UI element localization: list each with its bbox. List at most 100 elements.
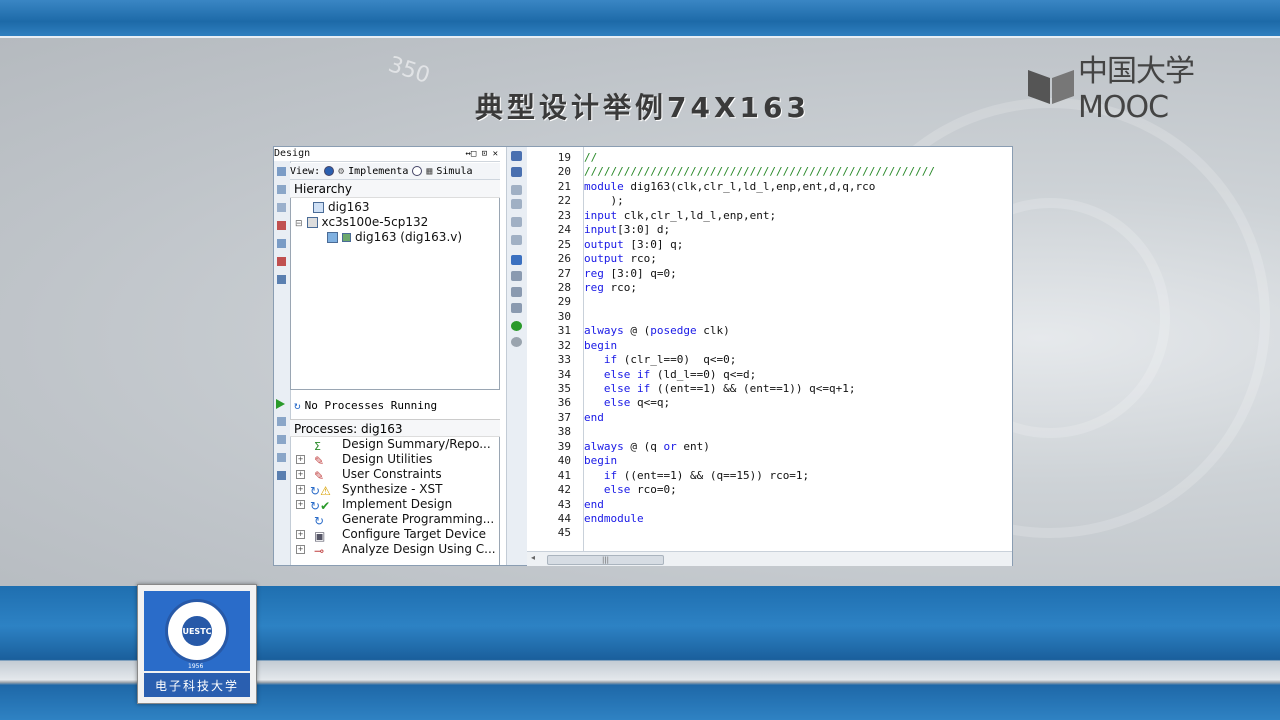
scroll-left-icon[interactable]: ◂ [531,553,535,562]
code-line[interactable]: if ((ent==1) && (q==15)) rco=1; [584,469,1012,483]
toolbar-icon[interactable] [277,257,286,266]
toolbar-icon[interactable] [277,435,286,444]
expand-icon[interactable]: + [296,455,305,464]
expand-icon[interactable]: + [296,545,305,554]
expand-icon[interactable]: + [296,500,305,509]
process-item[interactable]: Σ Design Summary/Repo... [290,437,499,453]
process-item[interactable]: + ⊸ Analyze Design Using C... [290,542,499,558]
code-editor[interactable]: ////////////////////////////////////////… [584,147,1012,555]
code-line[interactable]: end [584,411,1012,425]
code-line[interactable]: else if (ld_l==0) q<=d; [584,368,1012,382]
check-icon: ↻✔ [310,499,331,513]
code-text: @ ( [623,324,651,338]
tree-item-device[interactable]: ⊟ xc3s100e-5cp132 [295,215,428,229]
toolbar-icon[interactable] [511,287,522,297]
toolbar-icon[interactable] [277,417,286,426]
code-line[interactable]: else if ((ent==1) && (ent==1)) q<=q+1; [584,382,1012,396]
comment-icon[interactable] [511,185,522,195]
code-line[interactable]: module dig163(clk,clr_l,ld_l,enp,ent,d,q… [584,180,1012,194]
toolbar-icon[interactable] [511,271,522,281]
code-line[interactable]: // [584,151,1012,165]
code-line[interactable]: begin [584,454,1012,468]
code-line[interactable]: ); [584,194,1012,208]
tree-item-module[interactable]: dig163 (dig163.v) [327,230,462,244]
collapse-icon[interactable]: ⊟ [295,219,303,229]
process-item[interactable]: ↻ Generate Programming... [290,512,499,528]
line-number: 33 [557,353,571,367]
editor-toolbar [506,147,528,565]
panel-controls[interactable]: ↔□ ⊡ ✕ [465,147,498,161]
code-text: ((ent==1) && (ent==1)) q<=q+1; [650,382,856,395]
code-line[interactable]: endmodule [584,512,1012,526]
toolbar-icon[interactable] [277,221,286,230]
code-line[interactable]: ////////////////////////////////////////… [584,165,1012,179]
process-item[interactable]: + ↻⚠ Synthesize - XST [290,482,499,498]
view-simulation-label[interactable]: Simula [436,166,472,177]
code-line[interactable] [584,526,1012,540]
top-banner [0,0,1280,36]
analyze-icon: ⊸ [314,544,325,558]
code-line[interactable]: begin [584,339,1012,353]
toolbar-icon[interactable] [277,203,286,212]
code-line[interactable] [584,310,1012,324]
tree-item-label: dig163 (dig163.v) [355,230,463,244]
process-item[interactable]: + ▣ Configure Target Device [290,527,499,543]
toolbar-icon[interactable] [511,217,522,227]
code-keyword: input [584,208,618,222]
indent-icon[interactable] [511,151,522,161]
code-line[interactable]: else q<=q; [584,396,1012,410]
code-line[interactable] [584,425,1012,439]
code-line[interactable]: always @ (posedge clk) [584,324,1012,338]
warning-icon: ↻⚠ [310,484,331,498]
hierarchy-header: Hierarchy [290,180,500,198]
code-line[interactable]: output [3:0] q; [584,238,1012,252]
code-line[interactable]: if (clr_l==0) q<=0; [584,353,1012,367]
tree-item-project[interactable]: dig163 [313,200,369,214]
code-line[interactable]: input[3:0] d; [584,223,1012,237]
uncomment-icon[interactable] [511,199,522,209]
process-item[interactable]: + ✎ User Constraints [290,467,499,483]
toolbar-icon[interactable] [277,239,286,248]
toolbar-icon[interactable] [511,303,522,313]
run-icon[interactable] [276,399,285,409]
outdent-icon[interactable] [511,167,522,177]
process-item[interactable]: + ↻✔ Implement Design [290,497,499,513]
horizontal-scrollbar[interactable]: ◂ ||| [527,551,1012,566]
forward-icon[interactable] [511,337,522,347]
decorative-number: 350 [385,52,433,89]
code-line[interactable] [584,295,1012,309]
code-text: clk,clr_l,ld_l,enp,ent; [617,208,777,222]
summary-icon: Σ [314,440,321,453]
process-label: Synthesize - XST [342,482,443,496]
left-toolbar [274,161,291,565]
code-line[interactable]: reg rco; [584,281,1012,295]
view-implementation-label[interactable]: Implementa [348,166,408,177]
code-comment: // [584,151,598,164]
code-text: rco; [603,280,637,294]
emblem-circle: UESTC [165,599,229,663]
radio-implementation[interactable] [324,166,335,176]
expand-icon[interactable]: + [296,530,305,539]
expand-icon[interactable]: + [296,485,305,494]
toolbar-icon[interactable] [277,185,286,194]
line-number: 25 [557,237,571,251]
toolbar-icon[interactable] [511,235,522,245]
code-line[interactable]: end [584,498,1012,512]
radio-simulation[interactable] [412,166,423,176]
toolbar-icon[interactable] [277,275,286,284]
code-line[interactable]: reg [3:0] q=0; [584,267,1012,281]
bookmark-icon[interactable] [511,255,522,265]
toolbar-icon[interactable] [277,167,286,176]
code-line[interactable]: always @ (q or ent) [584,440,1012,454]
expand-icon[interactable]: + [296,470,305,479]
back-icon[interactable] [511,321,522,331]
code-line[interactable]: output rco; [584,252,1012,266]
toolbar-icon[interactable] [277,471,286,480]
code-text: q<=q; [630,396,671,410]
code-line[interactable]: else rco=0; [584,483,1012,497]
scroll-thumb[interactable]: ||| [547,555,664,565]
process-item[interactable]: + ✎ Design Utilities [290,452,499,468]
code-line[interactable]: input clk,clr_l,ld_l,enp,ent; [584,209,1012,223]
toolbar-icon[interactable] [277,453,286,462]
